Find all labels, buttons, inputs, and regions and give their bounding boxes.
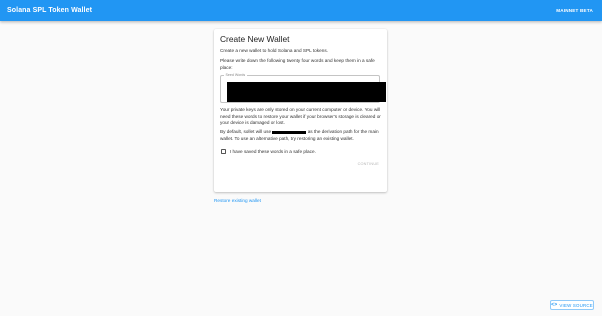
warning-text: Your private keys are only stored on you…: [220, 107, 381, 126]
seed-words-input[interactable]: [227, 82, 386, 103]
derivation-text: By default, sollet will use as the deriv…: [220, 129, 381, 142]
derivation-prefix: By default, sollet will use: [220, 129, 272, 135]
create-wallet-card: Create New Wallet Create a new wallet to…: [214, 29, 387, 192]
saved-words-checkbox-row[interactable]: I have saved these words in a safe place…: [220, 147, 381, 155]
card-title: Create New Wallet: [220, 34, 290, 44]
seed-words-field: Seed Words: [220, 73, 386, 104]
app-bar: Solana SPL Token Wallet MAINNET BETA: [0, 0, 602, 21]
app-title: Solana SPL Token Wallet: [7, 7, 93, 14]
saved-words-checkbox[interactable]: [221, 148, 227, 154]
intro-text: Create a new wallet to hold Solana and S…: [220, 48, 328, 53]
network-selector-button[interactable]: MAINNET BETA: [556, 8, 593, 13]
view-source-button[interactable]: <> VIEW SOURCE: [550, 300, 594, 310]
instructions-text: Please write down the following twenty f…: [220, 58, 375, 70]
derivation-path-redacted: [272, 130, 307, 134]
view-source-label: VIEW SOURCE: [559, 302, 593, 308]
seed-words-label: Seed Words: [224, 73, 247, 79]
saved-words-checkbox-label: I have saved these words in a safe place…: [229, 148, 316, 154]
code-icon: <>: [551, 302, 558, 308]
restore-existing-wallet-link[interactable]: Restore existing wallet: [214, 198, 261, 203]
continue-button[interactable]: CONTINUE: [356, 160, 381, 168]
card-actions: CONTINUE: [220, 160, 381, 168]
